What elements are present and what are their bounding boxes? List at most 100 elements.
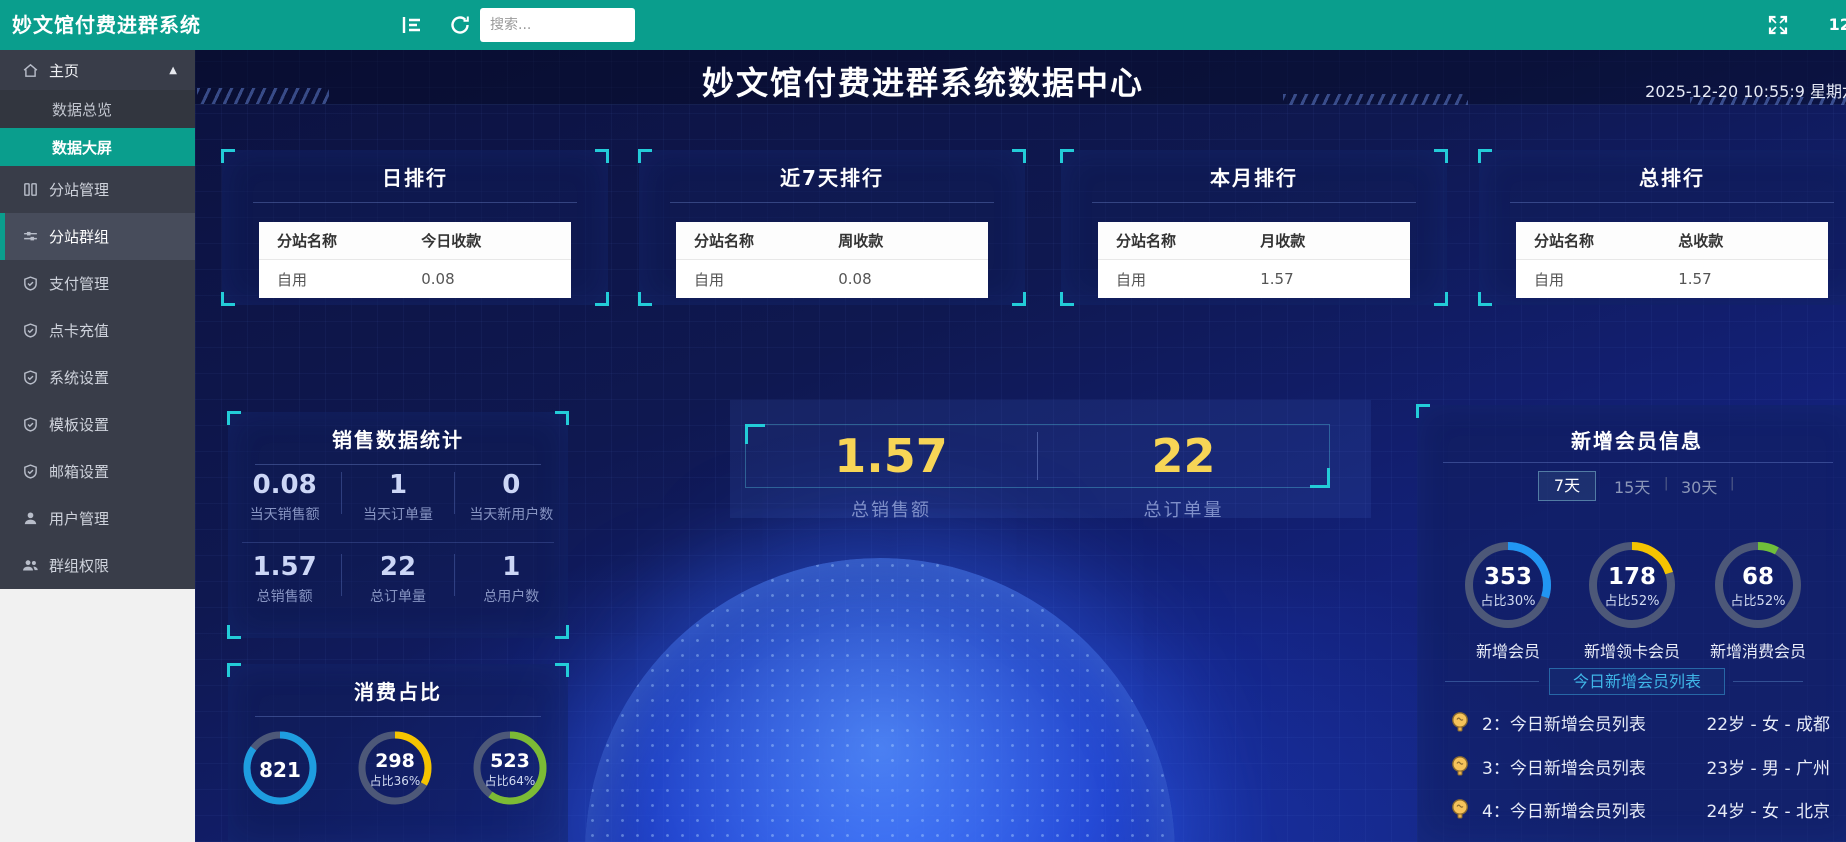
- divider: [1445, 681, 1539, 682]
- corner-decoration: [555, 625, 569, 639]
- corner-decoration: [638, 149, 652, 163]
- corner-decoration: [1060, 292, 1074, 306]
- sidebar-item-label: 系统设置: [49, 367, 109, 388]
- sidebar-item-template-settings[interactable]: 模板设置: [0, 401, 195, 448]
- divider: [1733, 681, 1803, 682]
- divider: [1443, 462, 1833, 463]
- total-sales-value: 1.57: [745, 428, 1037, 484]
- tab-separator: |: [1664, 476, 1668, 491]
- cell-site-name: 自用: [676, 269, 838, 290]
- member-list-text: 2：今日新增会员列表: [1482, 710, 1646, 735]
- top-bar: 妙文馆付费进群系统 123: [0, 0, 1846, 50]
- table-row: 自用0.08: [259, 260, 571, 298]
- stat-value: 22: [341, 552, 454, 582]
- sidebar-item-system-settings[interactable]: 系统设置: [0, 354, 195, 401]
- rank-table: 分站名称今日收款 自用0.08: [259, 222, 571, 298]
- divider: [255, 716, 541, 717]
- stat-label: 总用户数: [455, 586, 568, 606]
- corner-decoration: [1478, 149, 1492, 163]
- column-header: 月收款: [1260, 230, 1410, 251]
- sidebar-item-home[interactable]: 主页 ▲: [0, 50, 195, 90]
- member-list-detail: 23岁 - 男 - 广州: [1706, 754, 1840, 779]
- sidebar-item-group-permissions[interactable]: 群组权限: [0, 542, 195, 589]
- stat-label: 总销售额: [228, 586, 341, 606]
- today-new-members-button[interactable]: 今日新增会员列表: [1549, 668, 1725, 695]
- donut-ratio: 占比30%: [1462, 590, 1554, 609]
- panels-icon: [22, 181, 39, 198]
- sidebar-item-payment-manage[interactable]: 支付管理: [0, 260, 195, 307]
- sidebar-item-label: 点卡充值: [49, 320, 109, 341]
- donut-ratio: 占比64%: [470, 772, 550, 789]
- rank-card-month: 本月排行 分站名称月收款 自用1.57: [1061, 150, 1447, 305]
- divider: [1092, 202, 1416, 203]
- corner-decoration: [221, 292, 235, 306]
- sidebar-item-data-overview[interactable]: 数据总览: [0, 90, 195, 128]
- divider: [253, 202, 577, 203]
- bulb-icon: [1448, 797, 1472, 821]
- sidebar-item-label: 群组权限: [49, 555, 109, 576]
- sidebar-item-mailbox-settings[interactable]: 邮箱设置: [0, 448, 195, 495]
- corner-decoration: [638, 292, 652, 306]
- username-label[interactable]: 123: [1829, 0, 1846, 50]
- users-icon: [22, 557, 39, 574]
- tab-separator: |: [1730, 476, 1734, 491]
- bulb-icon: [1448, 754, 1472, 778]
- chevron-up-icon: ▲: [169, 65, 177, 76]
- list-item[interactable]: 2：今日新增会员列表 22岁 - 女 - 成都: [1448, 707, 1840, 737]
- corner-decoration: [555, 663, 569, 677]
- divider: [255, 464, 541, 465]
- member-list-detail: 22岁 - 女 - 成都: [1706, 710, 1840, 735]
- donut-value: 821: [240, 758, 320, 782]
- stat-label: 当天订单量: [341, 504, 454, 524]
- donut-ratio: 占比52%: [1586, 590, 1678, 609]
- corner-decoration: [555, 411, 569, 425]
- table-row: 自用1.57: [1098, 260, 1410, 298]
- consumption-donut-chart: 298 占比36%: [355, 728, 435, 808]
- sidebar-item-label: 数据总览: [52, 99, 112, 120]
- list-item[interactable]: 4：今日新增会员列表 24岁 - 女 - 北京: [1448, 794, 1840, 824]
- sidebar-item-card-recharge[interactable]: 点卡充值: [0, 307, 195, 354]
- rank-table: 分站名称总收款 自用1.57: [1516, 222, 1828, 298]
- corner-decoration: [1012, 292, 1026, 306]
- rank-card-week: 近7天排行 分站名称周收款 自用0.08: [639, 150, 1025, 305]
- divider: [341, 554, 342, 596]
- tab-30-days[interactable]: 30天: [1681, 474, 1717, 498]
- home-icon: [22, 62, 39, 79]
- tab-15-days[interactable]: 15天: [1614, 474, 1650, 498]
- member-list-text: 4：今日新增会员列表: [1482, 797, 1646, 822]
- cell-site-name: 自用: [1098, 269, 1260, 290]
- sidebar-item-substation-groups[interactable]: 分站群组: [0, 213, 195, 260]
- corner-decoration: [227, 663, 241, 677]
- corner-decoration: [227, 411, 241, 425]
- corner-decoration: [595, 292, 609, 306]
- sidebar-item-user-manage[interactable]: 用户管理: [0, 495, 195, 542]
- column-header: 分站名称: [676, 230, 838, 251]
- stat-label: 总订单量: [341, 586, 454, 606]
- corner-decoration: [595, 149, 609, 163]
- fullscreen-icon[interactable]: [1766, 13, 1790, 37]
- search-input[interactable]: [480, 8, 635, 42]
- corner-decoration: [227, 625, 241, 639]
- column-header: 总收款: [1678, 230, 1828, 251]
- shield-check-icon: [22, 416, 39, 433]
- sidebar-item-substation-manage[interactable]: 分站管理: [0, 166, 195, 213]
- stat-label: 当天新用户数: [455, 504, 568, 524]
- cell-site-name: 自用: [259, 269, 421, 290]
- member-list-text: 3：今日新增会员列表: [1482, 754, 1646, 779]
- stat-row: 1.57总销售额 22总订单量 1总用户数: [228, 552, 568, 606]
- rank-card-total: 总排行 分站名称总收款 自用1.57: [1479, 150, 1846, 305]
- sliders-icon: [22, 228, 39, 245]
- collapse-menu-icon[interactable]: [400, 13, 424, 37]
- members-donut-chart: 178 占比52%: [1586, 539, 1678, 631]
- donut-value: 523: [470, 750, 550, 772]
- refresh-icon[interactable]: [448, 13, 472, 37]
- donut-label: 新增会员: [1438, 638, 1578, 662]
- tab-7-days[interactable]: 7天: [1538, 471, 1596, 501]
- table-row: 自用0.08: [676, 260, 988, 298]
- sales-stats-panel: 销售数据统计 0.08当天销售额 1当天订单量 0当天新用户数 1.57总销售额…: [228, 412, 568, 638]
- sidebar-footer: [0, 589, 195, 842]
- sidebar-item-data-screen[interactable]: 数据大屏: [0, 128, 195, 166]
- total-orders-value: 22: [1037, 428, 1330, 484]
- shield-check-icon: [22, 369, 39, 386]
- list-item[interactable]: 3：今日新增会员列表 23岁 - 男 - 广州: [1448, 751, 1840, 781]
